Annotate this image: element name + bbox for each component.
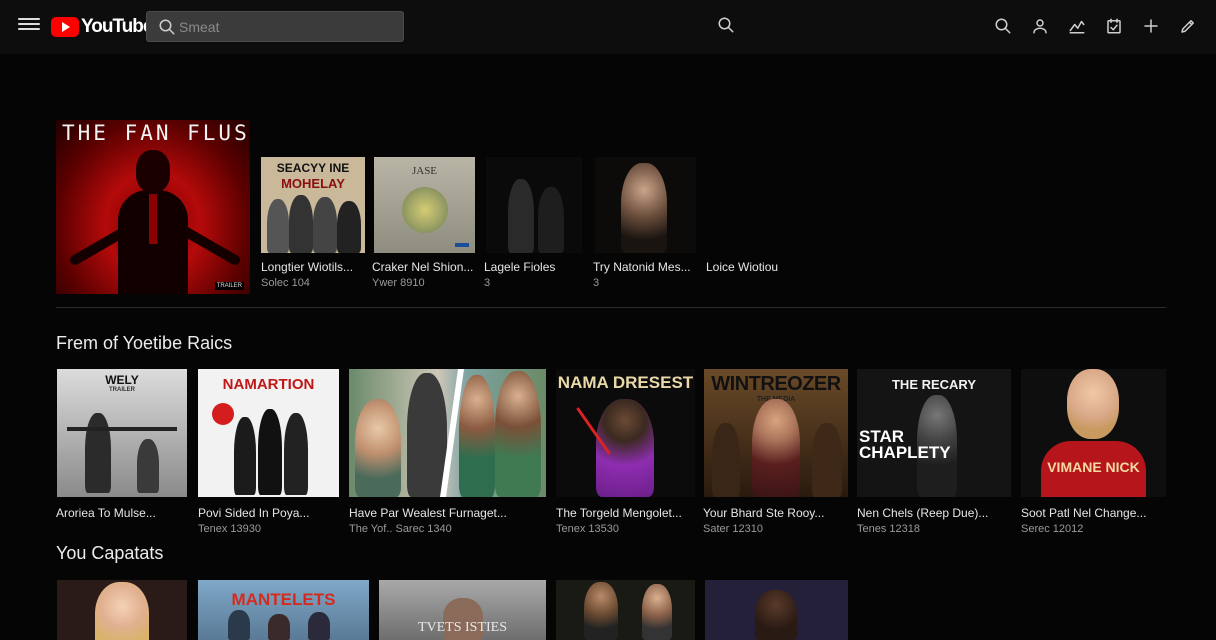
- video-thumbnail[interactable]: VIMANE NICK: [1021, 369, 1166, 497]
- video-title[interactable]: Aroriea To Mulse...: [56, 506, 201, 520]
- video-thumbnail[interactable]: SEACYY INE MOHELAY: [261, 157, 365, 253]
- menu-icon[interactable]: [18, 15, 40, 37]
- video-thumbnail[interactable]: [556, 580, 695, 640]
- poster-text: WELY: [105, 373, 139, 387]
- video-thumbnail[interactable]: THE RECARY STAR CHAPLETY: [857, 369, 1011, 497]
- poster-text: TRAILER: [109, 387, 135, 393]
- video-thumbnail[interactable]: TVETS ISTIES: [379, 580, 546, 640]
- video-title[interactable]: Povi Sided In Poya...: [198, 506, 343, 520]
- poster-text: WINTREOZER: [711, 373, 841, 395]
- video-title[interactable]: Have Par Wealest Furnaget...: [349, 506, 544, 520]
- video-thumbnail[interactable]: NAMARTION: [198, 369, 339, 497]
- video-thumbnail[interactable]: [349, 369, 546, 497]
- search-input[interactable]: [179, 17, 389, 37]
- logo-text: YouTube: [81, 16, 153, 37]
- video-meta: The Torgeld Mengolet... Tenex 13530: [556, 506, 701, 535]
- poster-text: SEACYY INE: [276, 161, 350, 175]
- poster-text: JASE: [411, 165, 438, 177]
- video-thumbnail[interactable]: [57, 580, 187, 640]
- poster-text: TVETS ISTIES: [417, 620, 508, 635]
- video-title[interactable]: Try Natonid Mes...: [593, 260, 713, 274]
- video-title[interactable]: Your Bhard Ste Rooy...: [703, 506, 848, 520]
- video-meta: Your Bhard Ste Rooy... Sater 12310: [703, 506, 848, 535]
- video-thumbnail[interactable]: [595, 157, 696, 253]
- video-title[interactable]: Loice Wiotiou: [706, 260, 826, 274]
- video-meta: Longtier Wiotils... Solec 104: [261, 260, 381, 289]
- video-thumbnail[interactable]: [705, 580, 848, 640]
- video-thumbnail[interactable]: MANTELETS: [198, 580, 369, 640]
- play-logo-icon: [51, 17, 79, 37]
- broadcast-icon[interactable]: [1067, 16, 1087, 36]
- video-subtitle: Tenex 13530: [556, 523, 619, 535]
- user-icon[interactable]: [1030, 16, 1050, 36]
- video-title[interactable]: Craker Nel Shion...: [372, 260, 492, 274]
- poster-text: MOHELAY: [281, 176, 345, 191]
- poster-text: NAMARTION: [222, 376, 315, 393]
- section-title: You Capatats: [56, 543, 164, 563]
- video-meta: Povi Sided In Poya... Tenex 13930: [198, 506, 343, 535]
- plus-icon[interactable]: [1141, 16, 1161, 36]
- divider: [56, 307, 1166, 308]
- video-title[interactable]: Lagele Fioles: [484, 260, 604, 274]
- video-title[interactable]: Longtier Wiotils...: [261, 260, 381, 274]
- video-meta: Loice Wiotiou: [706, 260, 826, 277]
- video-meta: Lagele Fioles 3: [484, 260, 604, 289]
- video-thumbnail[interactable]: WELY TRAILER: [57, 369, 187, 497]
- poster-text: STAR CHAPLETY: [859, 427, 951, 462]
- featured-badge: TRAILER: [214, 282, 244, 290]
- video-title[interactable]: The Torgeld Mengolet...: [556, 506, 701, 520]
- search-box[interactable]: [146, 11, 404, 42]
- top-bar: YouTube: [0, 0, 1216, 54]
- section-title: Frem of Yoetibe Raics: [56, 333, 233, 353]
- youtube-logo[interactable]: YouTube: [51, 15, 153, 39]
- search-button[interactable]: [717, 16, 735, 39]
- search-icon: [718, 17, 734, 33]
- featured-title: THE FAN FLUS: [62, 121, 250, 145]
- video-subtitle: Tenex 13930: [198, 523, 261, 535]
- video-subtitle: Sater 12310: [703, 523, 763, 535]
- video-meta: Aroriea To Mulse...: [56, 506, 201, 523]
- featured-video-thumbnail[interactable]: THE FAN FLUS TRAILER: [56, 120, 250, 294]
- video-subtitle: 3: [484, 277, 491, 289]
- video-subtitle: Serec 12012: [1021, 523, 1084, 535]
- header-actions: [993, 16, 1198, 36]
- poster-text: VIMANE NICK: [1047, 459, 1140, 475]
- search-icon: [159, 19, 175, 35]
- poster-text: MANTELETS: [231, 590, 336, 609]
- video-subtitle: The Yof.. Sarec 1340: [349, 523, 452, 535]
- calendar-icon[interactable]: [1104, 16, 1124, 36]
- featured-figure: [118, 150, 188, 294]
- video-title[interactable]: Soot Patl Nel Change...: [1021, 506, 1166, 520]
- video-subtitle: Solec 104: [261, 277, 310, 289]
- search-icon[interactable]: [993, 16, 1013, 36]
- video-thumbnail[interactable]: NAMA DRESEST: [556, 369, 695, 497]
- video-meta: Have Par Wealest Furnaget... The Yof.. S…: [349, 506, 544, 535]
- video-meta: Nen Chels (Reep Due)... Tenes 12318: [857, 506, 1002, 535]
- video-thumbnail[interactable]: [486, 157, 582, 253]
- video-subtitle: Tenes 12318: [857, 523, 920, 535]
- video-meta: Craker Nel Shion... Ywer 8910: [372, 260, 492, 289]
- video-meta: Soot Patl Nel Change... Serec 12012: [1021, 506, 1166, 535]
- video-subtitle: 3: [593, 277, 600, 289]
- video-thumbnail[interactable]: JASE: [374, 157, 475, 253]
- poster-text: NAMA DRESEST: [557, 373, 694, 392]
- video-title[interactable]: Nen Chels (Reep Due)...: [857, 506, 1002, 520]
- video-meta: Try Natonid Mes... 3: [593, 260, 713, 289]
- video-thumbnail[interactable]: WINTREOZER THE MEDIA: [704, 369, 848, 497]
- video-subtitle: Ywer 8910: [372, 277, 425, 289]
- pencil-icon[interactable]: [1178, 16, 1198, 36]
- poster-text: THE RECARY: [891, 377, 977, 392]
